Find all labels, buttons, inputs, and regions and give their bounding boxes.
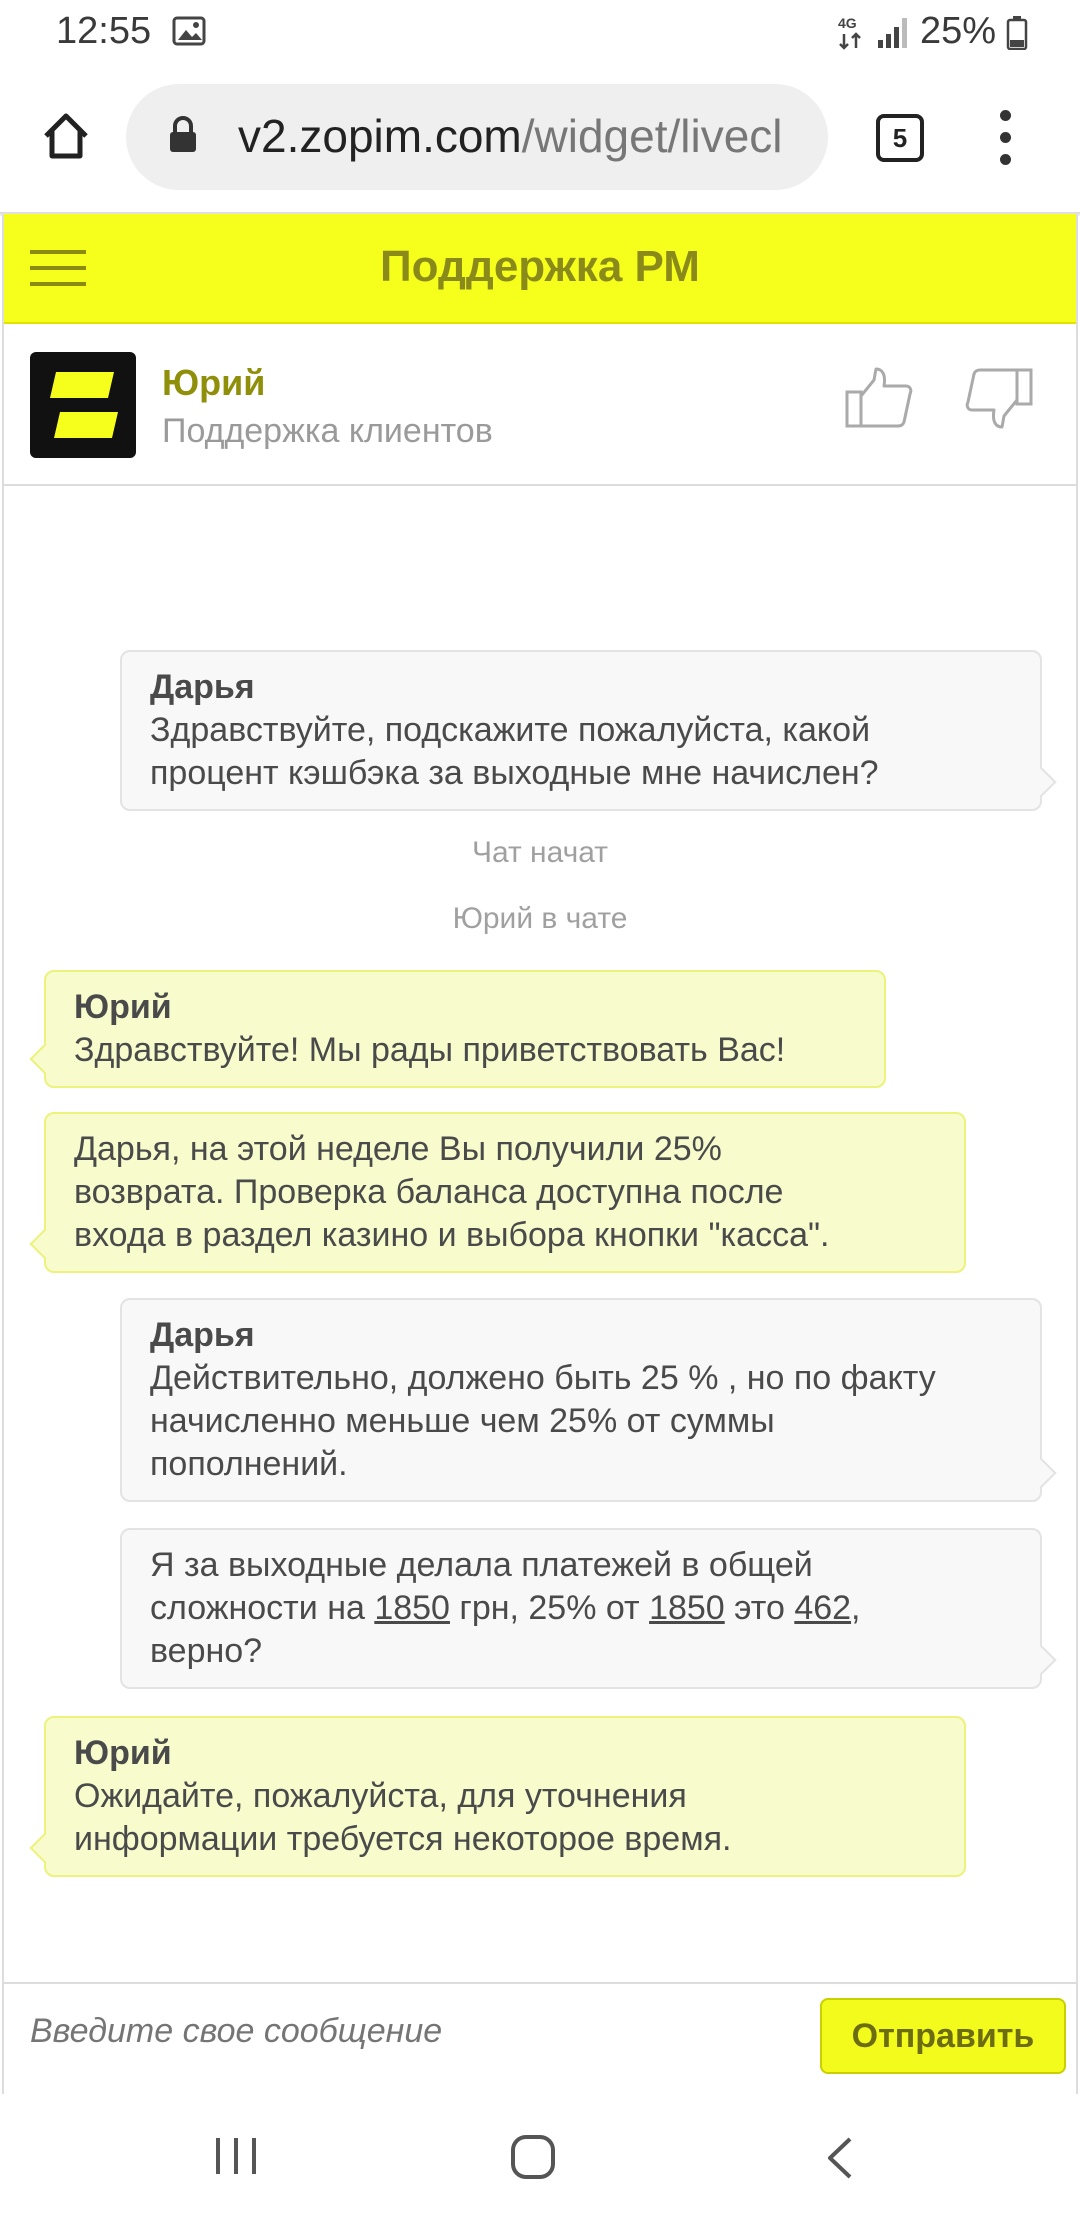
widget-title: Поддержка РМ <box>380 242 700 291</box>
thumbs-down-icon[interactable] <box>964 366 1034 435</box>
amount-link[interactable]: 462 <box>794 1589 851 1627</box>
battery-percent: 25% <box>920 10 997 52</box>
message-text: входа в раздел казино и выбора кнопки "к… <box>74 1216 830 1254</box>
message-text: Дарья, на этой неделе Вы получили 25% <box>74 1130 722 1168</box>
address-bar[interactable]: v2.zopim.com/widget/livecl <box>126 84 828 190</box>
gallery-notification-icon <box>172 16 206 51</box>
agent-message: Юрий Здравствуйте! Мы рады приветствоват… <box>44 970 886 1088</box>
battery-icon <box>1006 16 1028 55</box>
message-text: Ожидайте, пожалуйста, для уточнения <box>74 1777 687 1815</box>
thumbs-up-icon[interactable] <box>844 366 914 435</box>
send-button[interactable]: Отправить <box>820 1998 1066 2074</box>
message-input[interactable] <box>30 2012 790 2051</box>
message-sender: Юрий <box>74 988 172 1026</box>
agent-message: Дарья, на этой неделе Вы получили 25% во… <box>44 1112 966 1273</box>
amount-link[interactable]: 1850 <box>374 1589 450 1627</box>
visitor-message: Дарья Здравствуйте, подскажите пожалуйст… <box>120 650 1042 811</box>
agent-name: Юрий <box>162 362 266 403</box>
agent-avatar <box>30 352 136 458</box>
message-text: сложности на 1850 грн, 25% от 1850 это 4… <box>150 1589 861 1627</box>
message-sender: Дарья <box>150 1316 255 1354</box>
message-text: Здравствуйте! Мы рады приветствовать Вас… <box>74 1031 786 1069</box>
svg-text:4G: 4G <box>838 15 857 31</box>
home-icon[interactable] <box>34 104 98 168</box>
tab-switcher-button[interactable]: 5 <box>876 114 924 162</box>
visitor-message: Я за выходные делала платежей в общей сл… <box>120 1528 1042 1689</box>
agent-info-bar: Юрий Поддержка клиентов <box>4 326 1076 486</box>
message-text: Здравствуйте, подскажите пожалуйста, как… <box>150 711 871 749</box>
message-sender: Юрий <box>74 1734 172 1772</box>
url-text: v2.zopim.com/widget/livecl <box>238 110 783 162</box>
agent-message: Юрий Ожидайте, пожалуйста, для уточнения… <box>44 1716 966 1877</box>
chat-widget: Поддержка РМ Юрий Поддержка клиентов Дар… <box>2 214 1078 2094</box>
status-time: 12:55 <box>56 10 152 52</box>
message-text: возврата. Проверка баланса доступна посл… <box>74 1173 784 1211</box>
message-text: информации требуется некоторое время. <box>74 1820 732 1858</box>
nav-home-icon[interactable] <box>510 2134 556 2185</box>
status-bar: 12:55 4G 25% <box>0 0 1080 66</box>
lock-icon <box>168 116 198 159</box>
back-icon[interactable] <box>824 2136 854 2185</box>
system-message-agent-joined: Юрий в чате <box>452 902 628 935</box>
message-text: процент кэшбэка за выходные мне начислен… <box>150 754 879 792</box>
signal-strength-icon <box>876 14 912 55</box>
message-text: верно? <box>150 1632 263 1670</box>
message-text: начисленно меньше чем 25% от суммы <box>150 1402 775 1440</box>
message-text: пополнений. <box>150 1445 348 1483</box>
network-4g-icon: 4G <box>838 14 868 55</box>
widget-header: Поддержка РМ <box>4 214 1076 324</box>
visitor-message: Дарья Действительно, должено быть 25 % ,… <box>120 1298 1042 1502</box>
recent-apps-icon[interactable] <box>214 2136 258 2181</box>
message-composer: Отправить <box>4 1982 1076 2094</box>
more-menu-icon[interactable] <box>988 110 1024 166</box>
message-text: Я за выходные делала платежей в общей <box>150 1546 813 1584</box>
message-text: Действительно, должено быть 25 % , но по… <box>150 1359 936 1397</box>
agent-role: Поддержка клиентов <box>162 412 493 450</box>
browser-toolbar: v2.zopim.com/widget/livecl 5 <box>0 66 1080 212</box>
amount-link[interactable]: 1850 <box>649 1589 725 1627</box>
system-navigation-bar <box>0 2096 1080 2220</box>
system-message-chat-started: Чат начат <box>471 836 609 869</box>
message-sender: Дарья <box>150 668 255 706</box>
